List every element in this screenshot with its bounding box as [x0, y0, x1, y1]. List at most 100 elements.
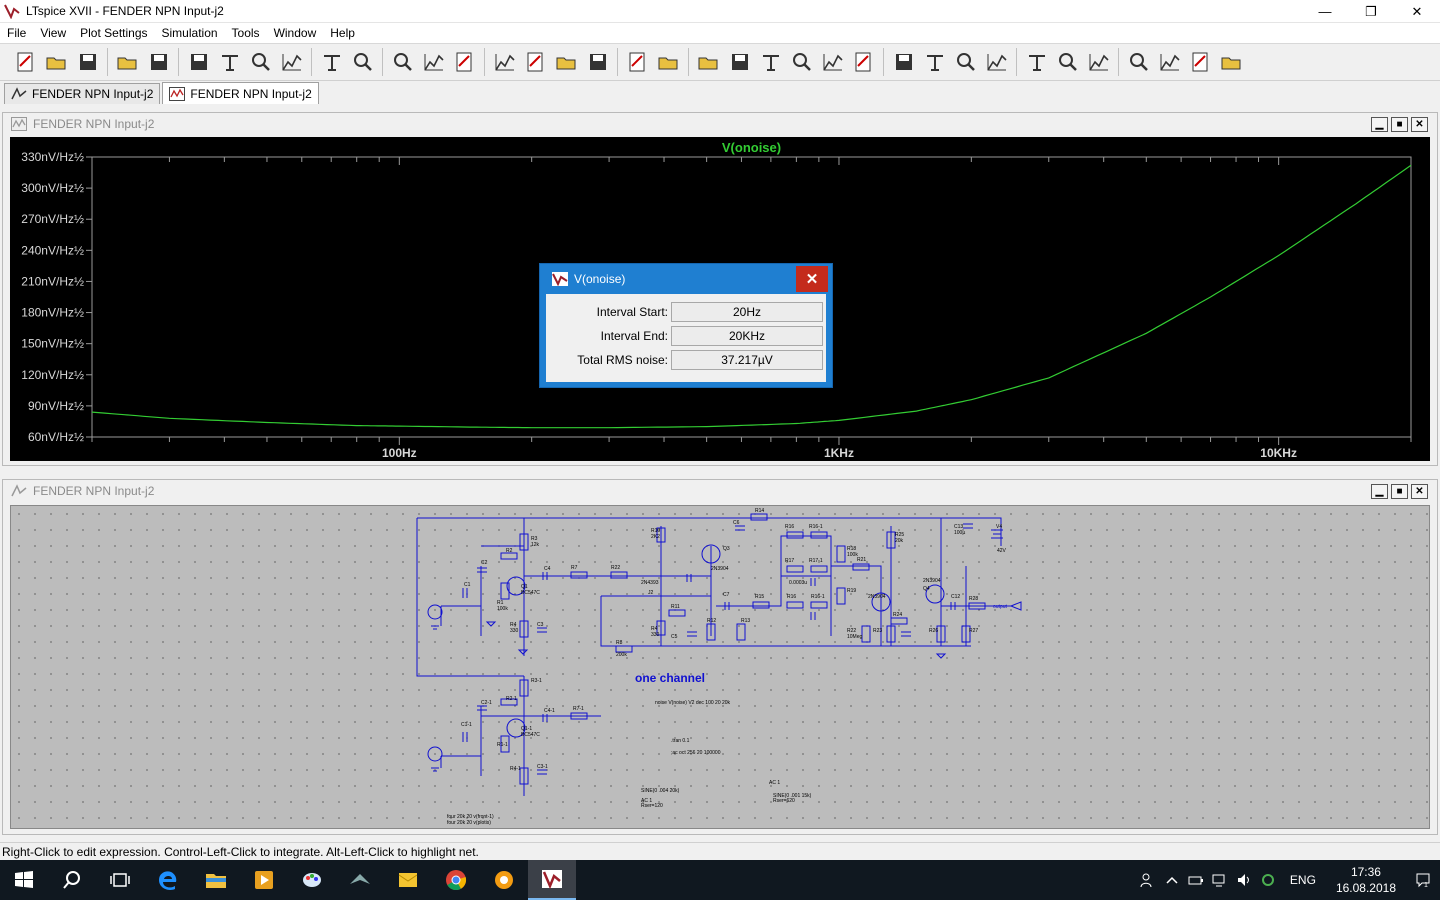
folder-app-button[interactable]	[384, 860, 432, 900]
print-button[interactable]	[653, 47, 684, 77]
close-button[interactable]: ✕	[1394, 0, 1440, 23]
clock[interactable]: 17:36 16.08.2018	[1326, 864, 1406, 896]
control-panel-button[interactable]	[112, 47, 143, 77]
search-button[interactable]	[48, 860, 96, 900]
svg-text:R27: R27	[969, 628, 978, 634]
output-label: output	[993, 604, 1008, 610]
battery-button[interactable]	[1184, 860, 1208, 900]
menu-window[interactable]: Window	[267, 26, 324, 40]
schematic-close-button[interactable]: ✕	[1411, 484, 1428, 499]
tile-vertical-button[interactable]	[489, 47, 520, 77]
rms-noise-field[interactable]: 37.217µV	[671, 350, 823, 370]
trace-label[interactable]: V(onoise)	[722, 140, 781, 155]
interval-start-field[interactable]: 20Hz	[671, 302, 823, 322]
schematic-drawing[interactable]: R312kR2C2C1 Q1BC547C R1100kR4330C3 C4 R7 R…	[11, 506, 1431, 830]
tile-horizontal-button[interactable]	[418, 47, 449, 77]
run-button[interactable]	[143, 47, 174, 77]
people-button[interactable]	[1136, 860, 1160, 900]
input-language[interactable]: ENG	[1280, 873, 1326, 887]
cut-button[interactable]	[520, 47, 551, 77]
component-button[interactable]	[950, 47, 981, 77]
task-view-button[interactable]	[96, 860, 144, 900]
minimize-button[interactable]: —	[1302, 0, 1348, 23]
tab-waveform[interactable]: FENDER NPN Input-j2	[162, 82, 319, 104]
svg-text:C4-1: C4-1	[544, 708, 555, 714]
schematic-minimize-button[interactable]: ▁	[1371, 484, 1388, 499]
menu-tools[interactable]: Tools	[225, 26, 267, 40]
capacitor-button[interactable]	[848, 47, 879, 77]
menu-help[interactable]: Help	[323, 26, 362, 40]
svg-text:C3: C3	[537, 622, 544, 628]
directive-noise[interactable]: noise V(noise) V2 dec 100 20 20k	[655, 700, 731, 706]
network-button[interactable]	[1208, 860, 1232, 900]
directive-four-2[interactable]: four 20k 20 v(plotis)	[447, 820, 491, 826]
waveform-maximize-button[interactable]: ■	[1391, 117, 1408, 132]
paste-button[interactable]	[582, 47, 613, 77]
sync-button[interactable]	[1256, 860, 1280, 900]
waveform-close-button[interactable]: ✕	[1411, 117, 1428, 132]
volume-button[interactable]	[1232, 860, 1256, 900]
source1-function[interactable]: SINE(0 .004 20k)	[641, 788, 680, 794]
gaming-app-button[interactable]	[336, 860, 384, 900]
zoom-full-button[interactable]	[245, 47, 276, 77]
zoom-in-button[interactable]	[214, 47, 245, 77]
media-player-button[interactable]	[240, 860, 288, 900]
find-button[interactable]	[622, 47, 653, 77]
mirror-button[interactable]	[1154, 47, 1185, 77]
inductor-button[interactable]	[888, 47, 919, 77]
menu-plot-settings[interactable]: Plot Settings	[73, 26, 154, 40]
save-icon	[79, 54, 96, 70]
file-explorer-button[interactable]	[192, 860, 240, 900]
paint-button[interactable]	[288, 860, 336, 900]
menu-simulation[interactable]: Simulation	[155, 26, 225, 40]
spice-directive-button[interactable]	[1216, 47, 1247, 77]
undo-button[interactable]	[1052, 47, 1083, 77]
svg-text:100µ: 100µ	[954, 530, 965, 536]
halt-button[interactable]	[183, 47, 214, 77]
dialog-close-button[interactable]: ✕	[796, 266, 828, 292]
source2-rser[interactable]: Rser=620	[773, 798, 795, 804]
one-channel-label[interactable]: one channel	[635, 671, 705, 685]
menu-view[interactable]: View	[33, 26, 73, 40]
resistor-button[interactable]	[817, 47, 848, 77]
source1-rser[interactable]: Rser=120	[641, 803, 663, 809]
label-net-button[interactable]	[786, 47, 817, 77]
tab-schematic[interactable]: FENDER NPN Input-j2	[4, 83, 161, 104]
menu-file[interactable]: File	[0, 26, 33, 40]
menu-bar: File View Plot Settings Simulation Tools…	[0, 23, 1440, 43]
schematic-maximize-button[interactable]: ■	[1391, 484, 1408, 499]
autorange-button[interactable]	[347, 47, 378, 77]
drag-button[interactable]	[1021, 47, 1052, 77]
text-button[interactable]	[1185, 47, 1216, 77]
chrome-button[interactable]	[432, 860, 480, 900]
waveform-minimize-button[interactable]: ▁	[1371, 117, 1388, 132]
cascade-button[interactable]	[449, 47, 480, 77]
move-button[interactable]	[981, 47, 1012, 77]
save-button[interactable]	[72, 47, 103, 77]
edge-button[interactable]	[144, 860, 192, 900]
wire-button[interactable]	[724, 47, 755, 77]
source2-ac[interactable]: AC 1	[769, 780, 780, 786]
show-hidden-icons-button[interactable]	[1160, 860, 1184, 900]
notifications-button[interactable]: 1	[1406, 860, 1440, 900]
ground-button[interactable]	[755, 47, 786, 77]
open-button[interactable]	[41, 47, 72, 77]
redo-button[interactable]	[1083, 47, 1114, 77]
schematic-canvas[interactable]: R3 12k R2 C2 C1 Q1 BC547C R1 100k R4 330 C3 C4 R7 R…	[10, 505, 1430, 829]
zoom-cancel-button[interactable]	[316, 47, 347, 77]
directive-ac[interactable]: ;ac oct 256 20 100000	[671, 750, 721, 756]
new-schematic-button[interactable]	[10, 47, 41, 77]
start-button[interactable]	[0, 860, 48, 900]
zoom-out-button[interactable]	[276, 47, 307, 77]
restore-button[interactable]: ❐	[1348, 0, 1394, 23]
ltspice-taskbar-button[interactable]	[528, 860, 576, 900]
directive-tran[interactable]: .tran 0.1	[671, 738, 690, 744]
print-setup-button[interactable]	[693, 47, 724, 77]
interval-end-field[interactable]: 20KHz	[671, 326, 823, 346]
plot-settings-button[interactable]	[387, 47, 418, 77]
settings-app-button[interactable]	[480, 860, 528, 900]
diode-button[interactable]	[919, 47, 950, 77]
copy-button[interactable]	[551, 47, 582, 77]
battery-icon	[1188, 876, 1203, 885]
rotate-button[interactable]	[1123, 47, 1154, 77]
